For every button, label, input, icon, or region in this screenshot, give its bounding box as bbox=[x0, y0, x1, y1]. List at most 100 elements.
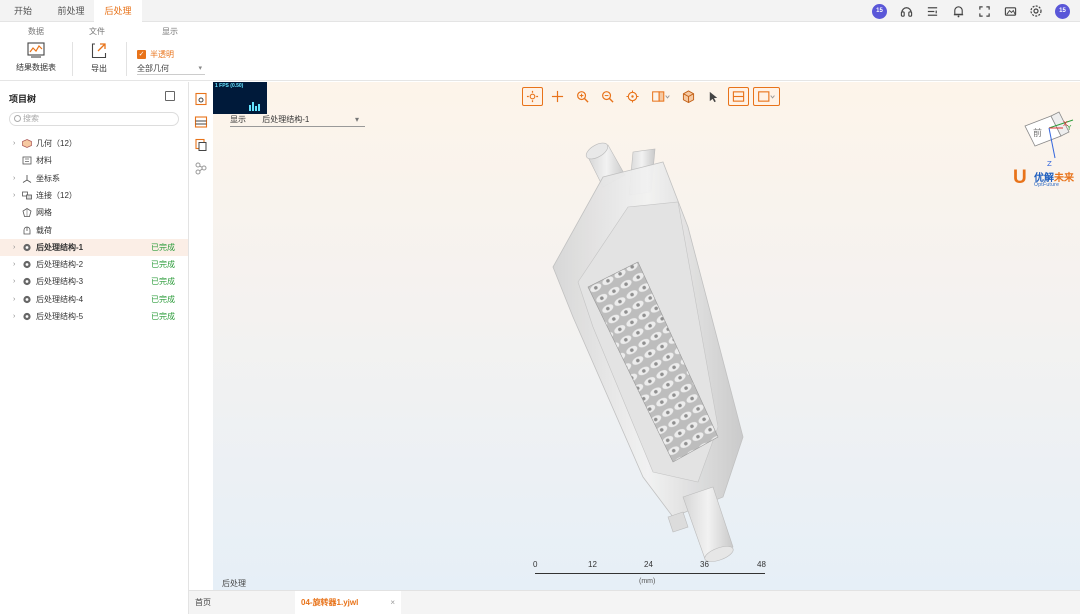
translucent-checkbox[interactable]: ✓ 半透明 bbox=[137, 49, 174, 60]
display-select-value: 后处理结构-1 bbox=[262, 115, 310, 124]
export-button[interactable]: 导出 bbox=[88, 42, 110, 74]
pan-tool-button[interactable] bbox=[547, 87, 568, 106]
chevron-right-icon[interactable]: › bbox=[13, 291, 15, 308]
heat-exchanger-model[interactable] bbox=[533, 137, 763, 567]
tab-current-file[interactable]: 04-旋转器1.yjwl × bbox=[295, 591, 401, 614]
cursor-icon bbox=[709, 91, 718, 102]
chevron-right-icon[interactable]: › bbox=[13, 308, 15, 325]
menu-tab-start[interactable]: 开始 bbox=[6, 0, 40, 22]
export-label: 导出 bbox=[91, 64, 107, 73]
target-icon bbox=[626, 89, 639, 103]
axis-x-label: X bbox=[1063, 120, 1068, 128]
export-icon bbox=[91, 43, 107, 59]
chevron-right-icon[interactable]: › bbox=[13, 256, 15, 273]
result-icon bbox=[23, 243, 31, 251]
tree-item[interactable]: 材料 bbox=[0, 152, 188, 169]
tree-item[interactable]: › 几何（12） bbox=[0, 135, 188, 152]
ribbon-group-display: 显示 bbox=[162, 27, 178, 36]
scale-tick-label: 24 bbox=[644, 560, 653, 569]
gear-icon[interactable] bbox=[1029, 4, 1043, 18]
logo-mark-icon: U bbox=[1013, 167, 1027, 188]
fullscreen-icon[interactable] bbox=[977, 4, 991, 18]
scale-tick-label: 36 bbox=[700, 560, 709, 569]
document-settings-icon[interactable] bbox=[194, 92, 208, 106]
chevron-right-icon[interactable]: › bbox=[13, 170, 15, 187]
tree-item[interactable]: › 连接（12） bbox=[0, 187, 188, 204]
screenshot-icon[interactable] bbox=[1003, 4, 1017, 18]
chevron-down-icon: ▾ bbox=[198, 65, 202, 72]
fit-view-button[interactable] bbox=[622, 87, 643, 106]
fps-monitor: 1 FPS (0.50) bbox=[213, 82, 267, 114]
cube-icon bbox=[682, 89, 695, 103]
display-select[interactable]: 显示 后处理结构-1 ▾ bbox=[230, 113, 365, 127]
tree-item-label: 连接（12） bbox=[36, 190, 77, 200]
result-table-label: 结果数据表 bbox=[16, 63, 56, 72]
scale-tick-label: 48 bbox=[757, 560, 766, 569]
search-icon bbox=[14, 115, 21, 122]
collapse-panel-icon[interactable] bbox=[165, 91, 175, 101]
tree-item-label: 网格 bbox=[36, 208, 52, 218]
cube-view-button[interactable] bbox=[678, 87, 699, 106]
view-orientation-dropdown[interactable] bbox=[647, 87, 674, 106]
bell-icon[interactable] bbox=[951, 4, 965, 18]
3d-viewport[interactable]: 1 FPS (0.50) 显示 后处理结构-1 ▾ 0 12 24 36 48 … bbox=[213, 82, 1080, 590]
section-view-button[interactable] bbox=[728, 86, 749, 106]
view-orientation-icon bbox=[651, 90, 670, 102]
chevron-right-icon[interactable]: › bbox=[13, 187, 15, 204]
chevron-right-icon[interactable]: › bbox=[13, 273, 15, 290]
scale-tick-label: 0 bbox=[533, 560, 538, 569]
close-icon[interactable]: × bbox=[390, 591, 395, 614]
copy-document-icon[interactable] bbox=[194, 138, 208, 152]
project-tree-panel: 项目树 搜索 › 几何（12） 材料 › 坐标系 › 连接（12） 网格 载荷 › 后处理结构-1 已… bbox=[0, 82, 189, 614]
tree-item[interactable]: 网格 bbox=[0, 204, 188, 221]
ribbon-group-data: 数据 bbox=[28, 27, 44, 36]
translucent-label: 半透明 bbox=[150, 50, 174, 59]
tree-item-label: 后处理结构-4 bbox=[36, 294, 84, 304]
zoom-in-button[interactable] bbox=[572, 87, 593, 106]
section-icon bbox=[732, 90, 745, 102]
menu-tab-preprocess[interactable]: 前处理 bbox=[50, 0, 92, 22]
tree-item[interactable]: › 后处理结构-2 已完成 bbox=[0, 256, 188, 273]
scale-bar: 0 12 24 36 48 (mm) bbox=[533, 560, 767, 590]
tree-item[interactable]: 载荷 bbox=[0, 222, 188, 239]
pick-tool-button[interactable] bbox=[703, 87, 724, 106]
tree-item[interactable]: › 后处理结构-3 已完成 bbox=[0, 273, 188, 290]
result-icon bbox=[23, 295, 31, 303]
user-avatar[interactable]: 15 bbox=[1055, 3, 1070, 19]
geometry-select-value: 全部几何 bbox=[137, 64, 169, 73]
geometry-icon bbox=[22, 139, 32, 148]
tree-item-label: 后处理结构-2 bbox=[36, 260, 84, 270]
chevron-right-icon[interactable]: › bbox=[13, 135, 15, 152]
axis-z-label: Z bbox=[1047, 160, 1052, 168]
result-table-button[interactable]: 结果数据表 bbox=[14, 42, 58, 73]
chevron-right-icon[interactable]: › bbox=[13, 239, 15, 256]
tree-item[interactable]: › 后处理结构-1 已完成 bbox=[0, 238, 188, 256]
display-mode-dropdown[interactable] bbox=[753, 86, 780, 106]
ribbon-group-file: 文件 bbox=[89, 27, 105, 36]
vertical-toolstrip bbox=[189, 82, 213, 590]
nodes-icon[interactable] bbox=[194, 161, 208, 175]
tree-search-input[interactable]: 搜索 bbox=[9, 112, 179, 126]
tree-item[interactable]: › 后处理结构-4 已完成 bbox=[0, 291, 188, 308]
scale-line bbox=[535, 573, 765, 574]
rotate-tool-button[interactable] bbox=[522, 86, 543, 106]
headset-icon[interactable] bbox=[899, 4, 913, 18]
zoom-out-button[interactable] bbox=[597, 87, 618, 106]
axis-icon bbox=[22, 174, 32, 183]
result-icon bbox=[23, 278, 31, 286]
logo-en-text: OptFuture bbox=[1034, 182, 1060, 188]
material-icon bbox=[22, 156, 32, 165]
optfuture-logo: U 优解未来 OptFuture bbox=[1013, 168, 1079, 192]
menu-tab-postprocess[interactable]: 后处理 bbox=[94, 0, 142, 23]
list-icon[interactable] bbox=[925, 4, 939, 18]
tree-item[interactable]: › 后处理结构-5 已完成 bbox=[0, 308, 188, 325]
view-toolbar bbox=[522, 86, 780, 106]
table-icon[interactable] bbox=[194, 115, 208, 129]
tree-item[interactable]: › 坐标系 bbox=[0, 170, 188, 187]
geometry-select[interactable]: 全部几何 ▾ bbox=[137, 62, 205, 75]
tab-home[interactable]: 首页 bbox=[189, 591, 295, 614]
status-badge: 已完成 bbox=[151, 312, 175, 321]
user-avatar-small[interactable]: 15 bbox=[872, 3, 887, 19]
connection-icon bbox=[22, 191, 32, 200]
status-badge: 已完成 bbox=[151, 294, 175, 304]
